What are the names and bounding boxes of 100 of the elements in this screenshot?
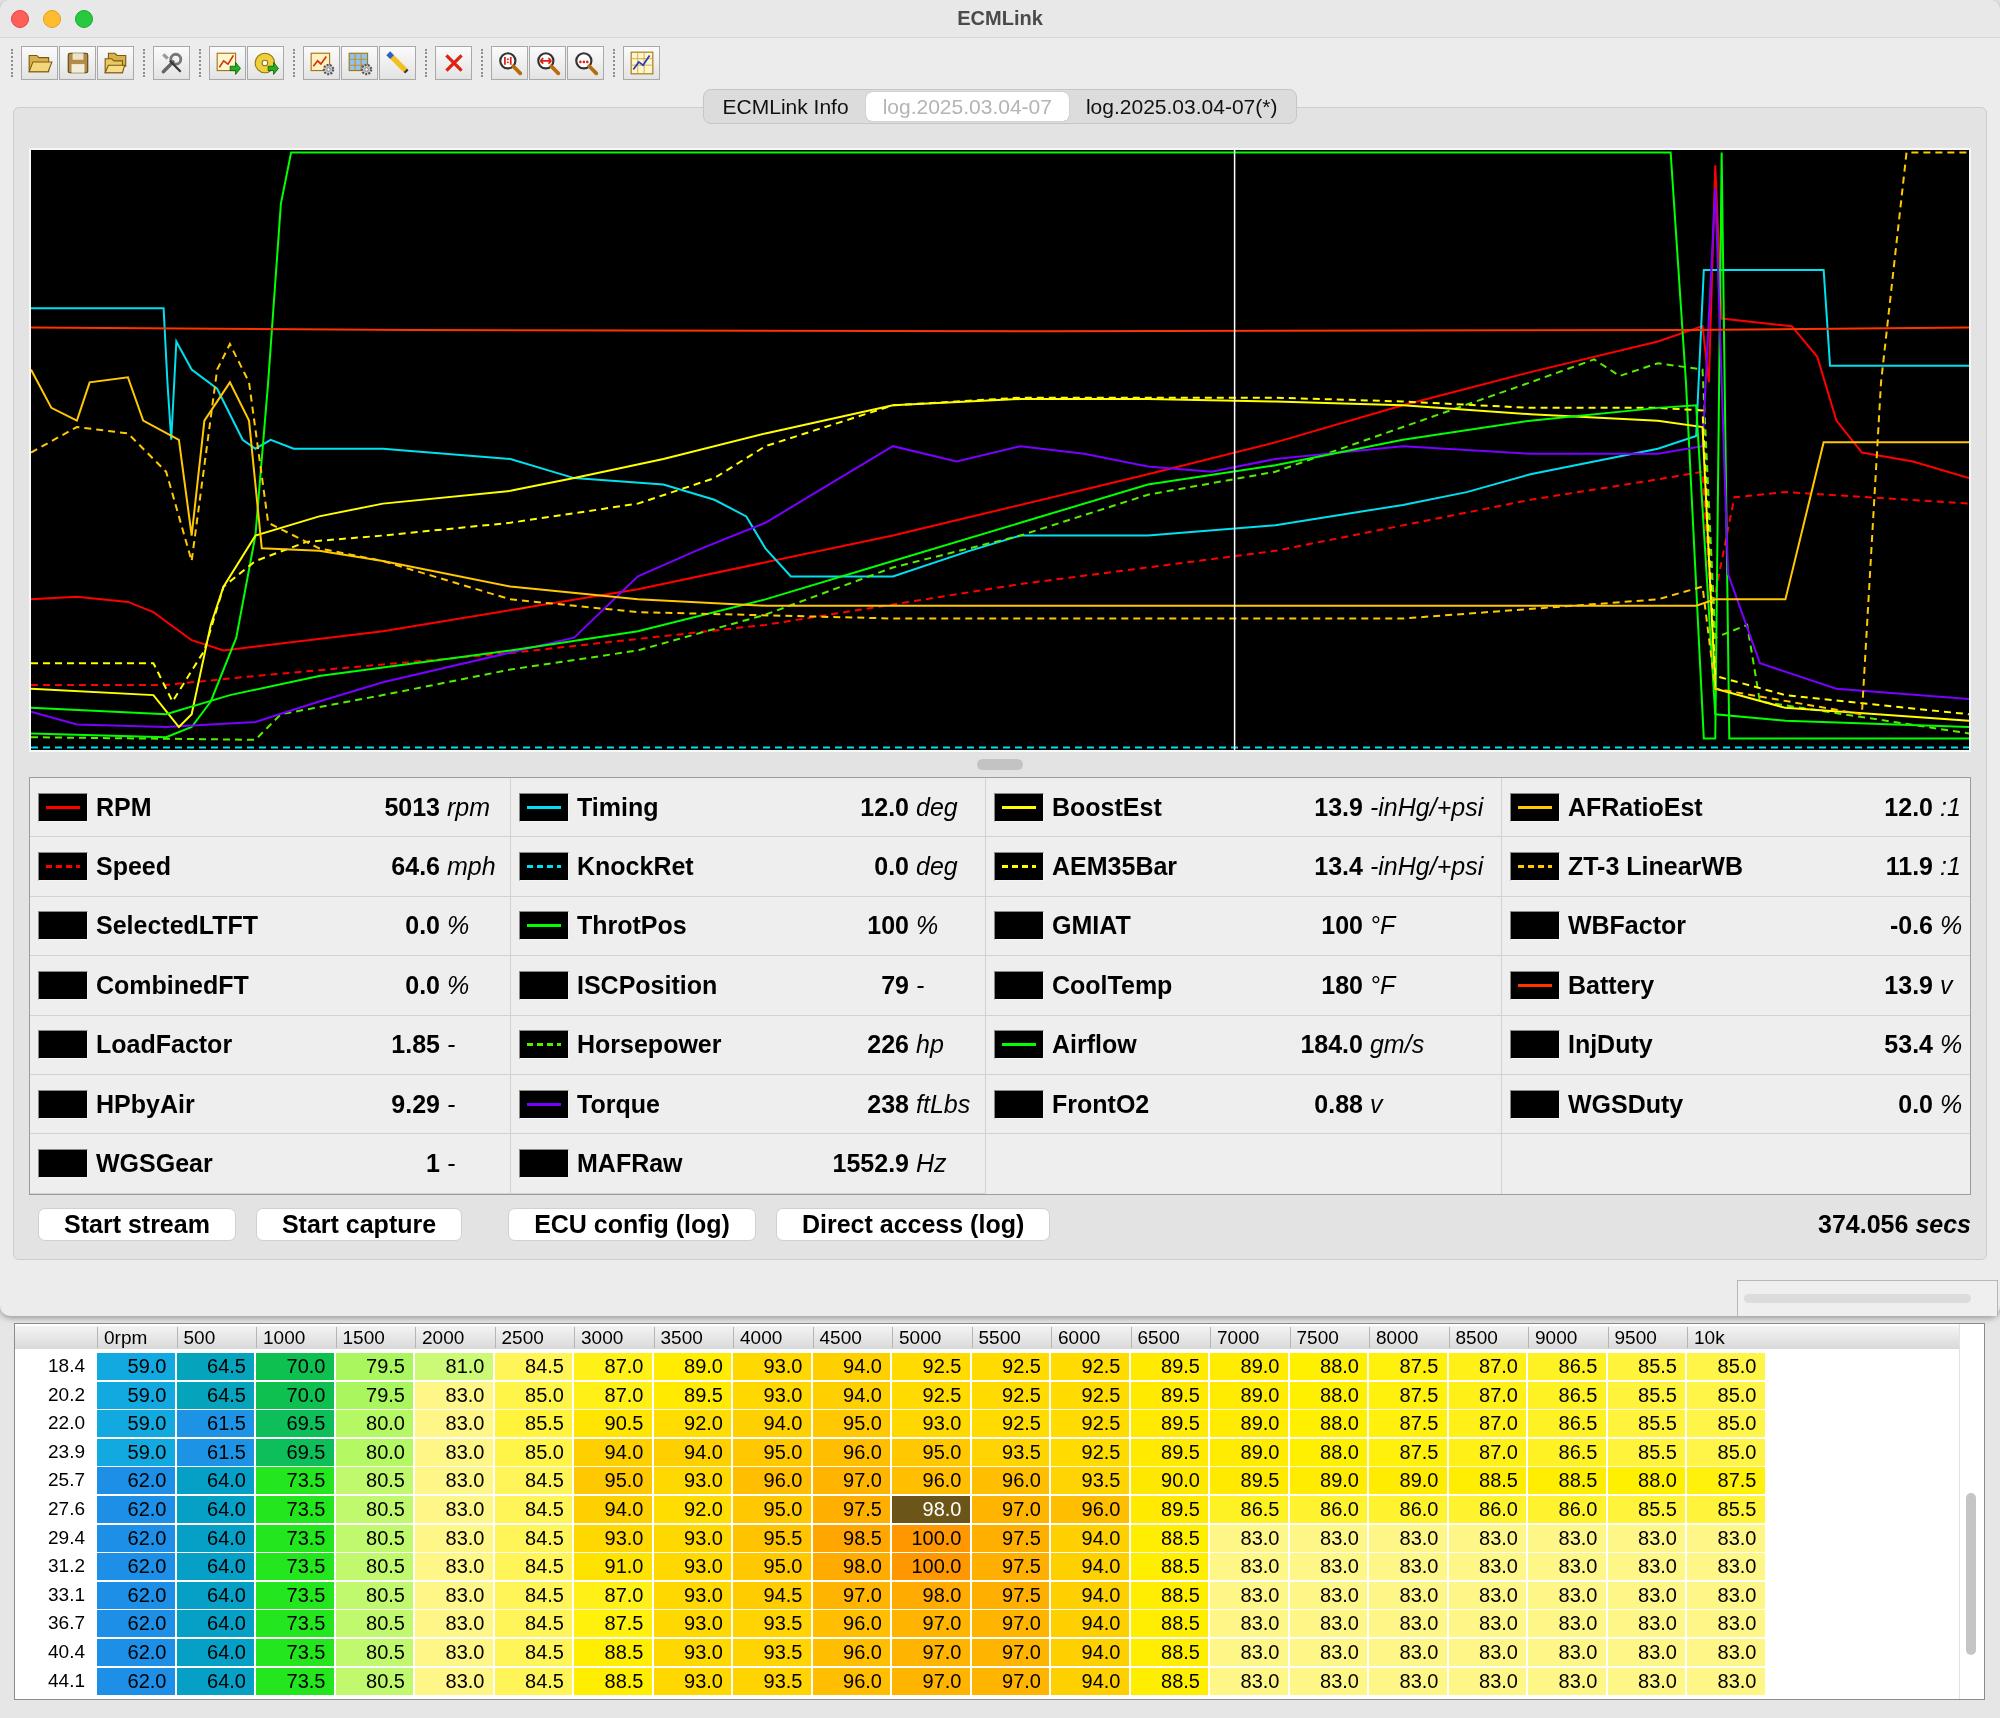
table-cell[interactable]: 83.0: [1289, 1524, 1369, 1554]
table-cell[interactable]: 86.5: [1528, 1410, 1608, 1440]
table-cell[interactable]: 93.5: [1051, 1467, 1131, 1497]
table-cell[interactable]: 84.5: [494, 1581, 574, 1611]
table-cell[interactable]: 83.0: [1369, 1553, 1449, 1583]
table-cell[interactable]: 96.0: [892, 1467, 972, 1497]
table-cell[interactable]: 83.0: [415, 1667, 495, 1697]
table-cell[interactable]: 81.0: [415, 1353, 495, 1382]
table-cell[interactable]: 83.0: [1210, 1638, 1290, 1668]
table-cell[interactable]: 80.5: [335, 1638, 415, 1668]
table-cell[interactable]: 87.5: [1369, 1353, 1449, 1382]
table-cell[interactable]: 94.0: [574, 1495, 654, 1525]
table-cell[interactable]: 64.0: [176, 1495, 256, 1525]
table-cell[interactable]: 93.5: [971, 1438, 1051, 1468]
table-cell[interactable]: 89.0: [1210, 1410, 1290, 1440]
table-cell[interactable]: 89.0: [1210, 1381, 1290, 1411]
table-cell[interactable]: 80.5: [335, 1524, 415, 1554]
table-cell[interactable]: 94.0: [1051, 1524, 1131, 1554]
table-cell[interactable]: 95.0: [812, 1410, 892, 1440]
table-cell[interactable]: 80.5: [335, 1553, 415, 1583]
table-cell[interactable]: 83.0: [1448, 1524, 1528, 1554]
table-cell[interactable]: 89.0: [653, 1353, 733, 1382]
table-cell[interactable]: 97.0: [971, 1610, 1051, 1640]
table-cell[interactable]: 85.0: [1687, 1381, 1767, 1411]
table-cell[interactable]: 87.5: [1687, 1467, 1767, 1497]
table-cell[interactable]: 88.5: [574, 1638, 654, 1668]
table-cell[interactable]: 85.5: [1607, 1410, 1687, 1440]
close-button[interactable]: [11, 9, 29, 28]
table-cell[interactable]: 89.5: [1130, 1495, 1210, 1525]
table-cell[interactable]: 97.5: [971, 1524, 1051, 1554]
table-cell[interactable]: 64.5: [176, 1381, 256, 1411]
table-cell[interactable]: 73.5: [256, 1638, 336, 1668]
table-cell[interactable]: 88.5: [1448, 1467, 1528, 1497]
table-cell[interactable]: 59.0: [97, 1381, 177, 1411]
scrollbar-thumb[interactable]: [1966, 1493, 1976, 1655]
table-cell[interactable]: 92.5: [971, 1410, 1051, 1440]
table-cell[interactable]: 97.0: [892, 1610, 972, 1640]
table-cell[interactable]: 83.0: [1528, 1610, 1608, 1640]
table-cell[interactable]: 86.5: [1210, 1495, 1290, 1525]
table-cell[interactable]: 87.0: [1448, 1438, 1528, 1468]
cursor-line[interactable]: [1233, 150, 1236, 750]
table-cell[interactable]: 85.0: [1687, 1438, 1767, 1468]
table-cell[interactable]: 96.0: [971, 1467, 1051, 1497]
table-cell[interactable]: 83.0: [1289, 1610, 1369, 1640]
table-cell[interactable]: 80.5: [335, 1581, 415, 1611]
table-cell[interactable]: 79.5: [335, 1353, 415, 1382]
table-cell[interactable]: 92.5: [892, 1353, 972, 1382]
table-cell[interactable]: 83.0: [1687, 1553, 1767, 1583]
table-cell[interactable]: 88.5: [1130, 1581, 1210, 1611]
table-cell[interactable]: 94.0: [1051, 1638, 1131, 1668]
table-cell[interactable]: 83.0: [1289, 1638, 1369, 1668]
table-cell[interactable]: 59.0: [97, 1410, 177, 1440]
table-cell[interactable]: 64.0: [176, 1581, 256, 1611]
table-cell[interactable]: 83.0: [1289, 1553, 1369, 1583]
table-cell[interactable]: 89.5: [653, 1381, 733, 1411]
table-cell[interactable]: 83.0: [415, 1638, 495, 1668]
table-cell[interactable]: 83.0: [1369, 1667, 1449, 1697]
table-cell[interactable]: 90.0: [1130, 1467, 1210, 1497]
table-cell[interactable]: 98.0: [892, 1495, 972, 1525]
table-cell[interactable]: 86.0: [1448, 1495, 1528, 1525]
table-cell[interactable]: 83.0: [1528, 1581, 1608, 1611]
table-cell[interactable]: 79.5: [335, 1381, 415, 1411]
table-cell[interactable]: 83.0: [415, 1438, 495, 1468]
action-button[interactable]: Start capture: [255, 1208, 463, 1241]
table-cell[interactable]: 97.0: [812, 1581, 892, 1611]
table-cell[interactable]: 93.0: [892, 1410, 972, 1440]
table-cell[interactable]: 94.5: [733, 1581, 813, 1611]
table-cell[interactable]: 62.0: [97, 1610, 177, 1640]
table-cell[interactable]: 95.0: [733, 1495, 813, 1525]
table-cell[interactable]: 64.0: [176, 1610, 256, 1640]
table-cell[interactable]: 73.5: [256, 1667, 336, 1697]
table-cell[interactable]: 86.0: [1289, 1495, 1369, 1525]
table-cell[interactable]: 89.5: [1130, 1410, 1210, 1440]
action-button[interactable]: Direct access (log): [775, 1208, 1051, 1241]
table-cell[interactable]: 62.0: [97, 1638, 177, 1668]
table-cell[interactable]: 94.0: [1051, 1553, 1131, 1583]
table-cell[interactable]: 92.5: [971, 1353, 1051, 1382]
table-cell[interactable]: 93.0: [653, 1610, 733, 1640]
table-cell[interactable]: 94.0: [1051, 1610, 1131, 1640]
table-cell[interactable]: 83.0: [1687, 1638, 1767, 1668]
table-cell[interactable]: 98.0: [812, 1553, 892, 1583]
table-cell[interactable]: 95.0: [892, 1438, 972, 1468]
table-cell[interactable]: 62.0: [97, 1581, 177, 1611]
table-cell[interactable]: 92.0: [653, 1495, 733, 1525]
table-cell[interactable]: 83.0: [415, 1381, 495, 1411]
table-cell[interactable]: 83.0: [1210, 1610, 1290, 1640]
table-cell[interactable]: 87.5: [574, 1610, 654, 1640]
table-cell[interactable]: 85.0: [494, 1381, 574, 1411]
table-cell[interactable]: 93.0: [733, 1381, 813, 1411]
table-cell[interactable]: 73.5: [256, 1524, 336, 1554]
table-cell[interactable]: 95.0: [733, 1553, 813, 1583]
table-cell[interactable]: 73.5: [256, 1610, 336, 1640]
table-cell[interactable]: 83.0: [1607, 1667, 1687, 1697]
table-cell[interactable]: 85.5: [1687, 1495, 1767, 1525]
table-cell[interactable]: 59.0: [97, 1438, 177, 1468]
table-cell[interactable]: 88.0: [1289, 1353, 1369, 1382]
table-cell[interactable]: 84.5: [494, 1353, 574, 1382]
table-cell[interactable]: 87.0: [1448, 1410, 1528, 1440]
table-cell[interactable]: 69.5: [256, 1410, 336, 1440]
table-cell[interactable]: 92.5: [1051, 1438, 1131, 1468]
